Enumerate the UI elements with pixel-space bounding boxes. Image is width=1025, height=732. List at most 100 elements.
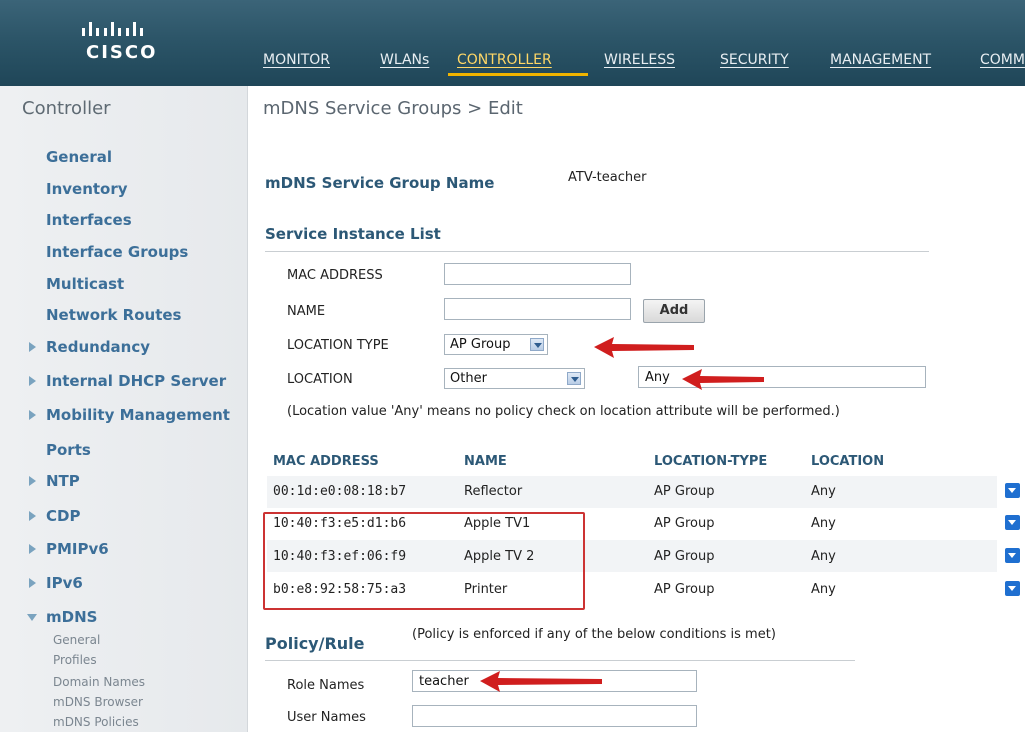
col-header-mac-address: MAC ADDRESS [273, 454, 379, 469]
cell-location: Any [811, 516, 836, 531]
sidebar-item-network-routes[interactable]: Network Routes [46, 306, 181, 324]
sidebar-item-inventory[interactable]: Inventory [46, 180, 128, 198]
col-header-location-type: LOCATION-TYPE [654, 454, 768, 469]
page-title: mDNS Service Groups > Edit [263, 98, 523, 119]
annotation-arrow-icon [480, 671, 602, 692]
sidebar-item-label: Inventory [46, 180, 128, 198]
top-navigation-bar: CISCO MONITOR WLANs CONTROLLER WIRELESS … [0, 0, 1025, 86]
sidebar-item-mobility-management[interactable]: Mobility Management [29, 406, 230, 424]
location-label: LOCATION [287, 372, 353, 387]
section-divider [265, 660, 855, 661]
sidebar-item-label: Mobility Management [46, 406, 230, 424]
sidebar-item-multicast[interactable]: Multicast [46, 275, 124, 293]
sidebar-item-label: mDNS [46, 608, 98, 626]
cell-mac: 00:1d:e0:08:18:b7 [273, 484, 407, 499]
row-action-dropdown-icon[interactable] [1005, 515, 1020, 530]
sidebar-item-internal-dhcp-server[interactable]: Internal DHCP Server [29, 372, 227, 390]
cell-location-type: AP Group [654, 582, 715, 597]
nav-wlans[interactable]: WLANs [380, 52, 429, 68]
sidebar-item-label: Ports [46, 441, 91, 459]
name-input[interactable] [444, 298, 631, 320]
service-instance-heading: Service Instance List [265, 225, 441, 243]
expand-right-icon [29, 578, 36, 588]
sidebar-item-cdp[interactable]: CDP [29, 507, 81, 525]
sidebar-item-redundancy[interactable]: Redundancy [29, 338, 151, 356]
main-content: mDNS Service Groups > Edit mDNS Service … [249, 86, 1025, 732]
cell-name: Reflector [464, 484, 523, 499]
nav-commands[interactable]: COMM [980, 52, 1025, 68]
sidebar-item-pmipv6[interactable]: PMIPv6 [29, 540, 109, 558]
sidebar-item-label: NTP [46, 472, 80, 490]
cell-location: Any [811, 484, 836, 499]
row-action-dropdown-icon[interactable] [1005, 581, 1020, 596]
nav-monitor[interactable]: MONITOR [263, 52, 330, 68]
active-tab-indicator [448, 73, 588, 76]
expand-right-icon [29, 376, 36, 386]
location-note: (Location value 'Any' means no policy ch… [287, 404, 840, 419]
sidebar-item-ports[interactable]: Ports [46, 441, 91, 459]
add-button[interactable]: Add [643, 299, 705, 323]
nav-wireless[interactable]: WIRELESS [604, 52, 675, 68]
sidebar-subitem-mdns-policies[interactable]: mDNS Policies [53, 715, 139, 729]
group-name-label: mDNS Service Group Name [265, 174, 495, 192]
cell-location-type: AP Group [654, 484, 715, 499]
sidebar-item-general[interactable]: General [46, 148, 112, 166]
dropdown-arrow-icon [530, 338, 544, 351]
user-names-label: User Names [287, 710, 366, 725]
nav-controller[interactable]: CONTROLLER [457, 52, 552, 68]
sidebar-subitem-mdns-browser[interactable]: mDNS Browser [53, 695, 143, 709]
nav-security[interactable]: SECURITY [720, 52, 789, 68]
sidebar-item-label: Network Routes [46, 306, 182, 324]
location-type-selected: AP Group [450, 337, 511, 352]
policy-heading: Policy/Rule [265, 634, 365, 653]
sidebar-subitem-profiles[interactable]: Profiles [53, 653, 97, 667]
row-action-dropdown-icon[interactable] [1005, 483, 1020, 498]
location-type-select[interactable]: AP Group [444, 334, 548, 355]
highlight-box [263, 512, 585, 610]
sidebar-item-label: General [46, 148, 112, 166]
cell-location: Any [811, 549, 836, 564]
sidebar-item-ntp[interactable]: NTP [29, 472, 80, 490]
sidebar-item-label: Interface Groups [46, 243, 189, 261]
policy-note: (Policy is enforced if any of the below … [412, 627, 776, 642]
sidebar-subitem-general[interactable]: General [53, 633, 100, 647]
sidebar-item-label: Multicast [46, 275, 125, 293]
row-action-dropdown-icon[interactable] [1005, 548, 1020, 563]
col-header-name: NAME [464, 454, 507, 469]
expand-right-icon [29, 511, 36, 521]
sidebar-item-label: IPv6 [46, 574, 83, 592]
sidebar-subitem-domain-names[interactable]: Domain Names [53, 675, 145, 689]
expand-right-icon [29, 342, 36, 352]
sidebar-item-interfaces[interactable]: Interfaces [46, 211, 132, 229]
mac-address-input[interactable] [444, 263, 631, 285]
expand-right-icon [29, 476, 36, 486]
collapse-down-icon [27, 614, 37, 621]
section-divider [265, 251, 929, 252]
expand-right-icon [29, 410, 36, 420]
name-label: NAME [287, 304, 326, 319]
col-header-location: LOCATION [811, 454, 885, 469]
group-name-value: ATV-teacher [568, 170, 647, 185]
sidebar-item-label: Internal DHCP Server [46, 372, 227, 390]
sidebar: Controller General Inventory Interfaces … [0, 86, 248, 732]
annotation-arrow-icon [682, 369, 764, 390]
nav-management[interactable]: MANAGEMENT [830, 52, 931, 68]
expand-right-icon [29, 544, 36, 554]
sidebar-item-interface-groups[interactable]: Interface Groups [46, 243, 188, 261]
location-type-label: LOCATION TYPE [287, 338, 389, 353]
annotation-arrow-icon [594, 337, 694, 358]
sidebar-item-ipv6[interactable]: IPv6 [29, 574, 83, 592]
sidebar-item-label: PMIPv6 [46, 540, 109, 558]
user-names-input[interactable] [412, 705, 697, 727]
location-select[interactable]: Other [444, 368, 585, 389]
cisco-wordmark: CISCO [86, 42, 158, 63]
cell-location-type: AP Group [654, 549, 715, 564]
sidebar-item-label: Redundancy [46, 338, 151, 356]
sidebar-item-mdns[interactable]: mDNS [27, 608, 98, 626]
sidebar-item-label: Interfaces [46, 211, 132, 229]
cell-location: Any [811, 582, 836, 597]
sidebar-item-label: CDP [46, 507, 81, 525]
mac-address-label: MAC ADDRESS [287, 268, 383, 283]
cell-location-type: AP Group [654, 516, 715, 531]
role-names-label: Role Names [287, 678, 365, 693]
